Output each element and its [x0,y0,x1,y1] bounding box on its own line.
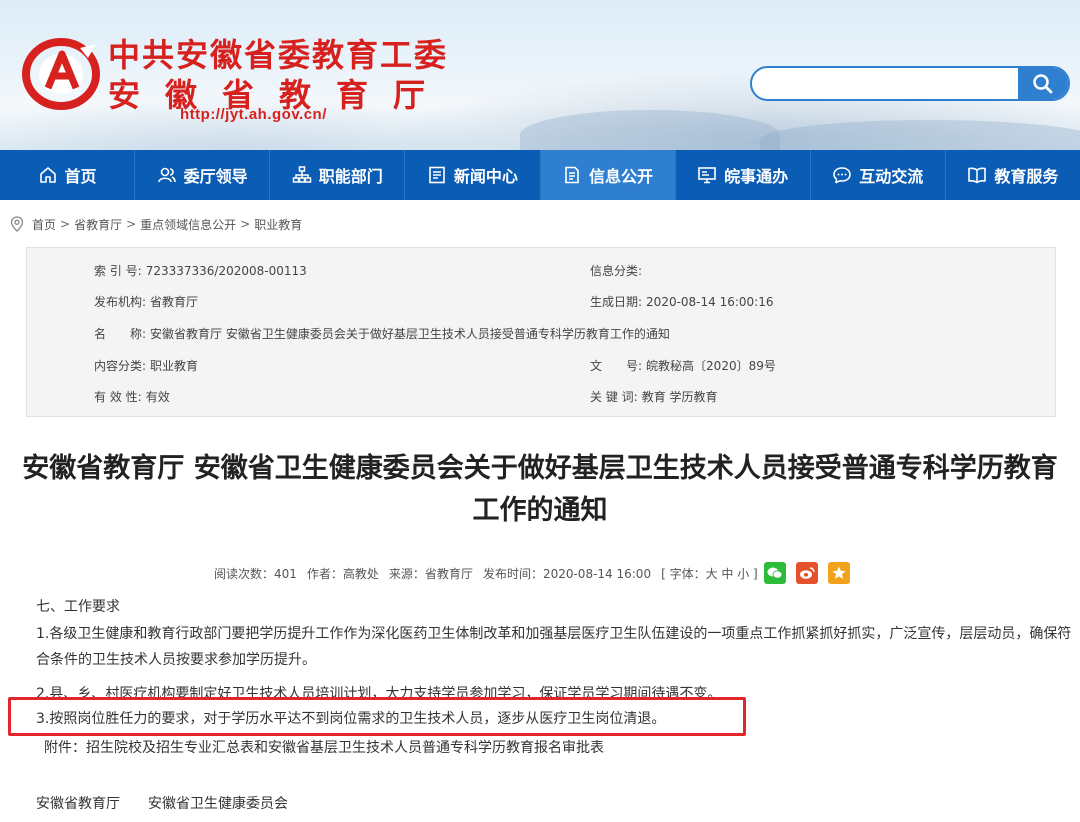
meta-label: 名 称: [94,327,147,341]
search-box [750,66,1070,101]
site-header: 中共安徽省委教育工委 安徽省教育厅 http://jyt.ah.gov.cn/ [0,0,1080,150]
chat-icon [833,167,852,184]
meta-label: 文 号: [590,359,643,373]
people-icon [157,167,176,183]
nav-item-label: 职能部门 [318,167,383,186]
nav-item-label: 委厅领导 [183,167,248,186]
meta-validity-row: 有 效 性: 有效 [94,388,170,405]
attachment-note: 附件：招生院校及招生专业汇总表和安徽省基层卫生技术人员普通专科学历教育报名审批表 [44,740,604,756]
search-icon [1033,73,1053,93]
search-button[interactable] [1018,68,1068,99]
meta-value: 教育 学历教育 [641,390,718,404]
meta-label: 内容分类: [94,359,147,373]
signatories: 安徽省教育厅 安徽省卫生健康委员会 [36,796,288,812]
meta-value: 2020-08-14 16:00:16 [646,295,774,309]
favorite-star-icon[interactable] [827,562,850,584]
breadcrumb-key-areas[interactable]: 重点领域信息公开 [140,216,236,233]
nav-item-label: 皖事通办 [724,167,789,186]
highlight-annotation-box [8,697,746,736]
meta-publisher-row: 发布机构: 省教育厅 [94,293,198,310]
requirement-item-1: 1.各级卫生健康和教育行政部门要把学历提升工作作为深化医药卫生体制改革和加强基层… [36,626,1072,668]
location-pin-icon [10,216,24,232]
breadcrumb-separator: > [126,217,137,231]
meta-value: 723337336/202008-00113 [145,264,307,278]
nav-item-departments[interactable]: 职能部门 [270,150,406,200]
meta-value: 安徽省教育厅 安徽省卫生健康委员会关于做好基层卫生技术人员接受普通专科学历教育工… [150,327,670,341]
news-icon [429,166,445,184]
meta-label: 索 引 号: [94,264,142,278]
article-info-bar: 阅读次数：401 作者：高教处 来源：省教育厅 发布时间：2020-08-14 … [214,561,860,585]
meta-doc-number-row: 文 号: 皖教秘高〔2020〕89号 [590,357,776,374]
meta-created-row: 生成日期: 2020-08-14 16:00:16 [590,293,774,310]
nav-item-label: 互动交流 [859,167,924,186]
nav-item-label: 信息公开 [589,167,654,186]
wechat-share-icon[interactable] [763,562,786,584]
nav-item-info-disclosure[interactable]: 信息公开 [540,150,676,200]
meta-keywords-row: 关 键 词: 教育 学历教育 [590,388,718,405]
meta-label: 发布机构: [94,295,147,309]
nav-item-leaders[interactable]: 委厅领导 [135,150,271,200]
breadcrumb-separator: > [240,217,251,231]
font-size-control[interactable]: [ 字体：大 中 小 ] [661,565,758,582]
nav-item-services[interactable]: 皖事通办 [676,150,811,200]
home-icon [39,167,56,183]
requirement-item-2: 2.县、乡、村医疗机构要制定好卫生技术人员培训计划，大力支持学员参加学习，保证学… [36,686,722,697]
nav-item-education-services[interactable]: 教育服务 [946,150,1080,200]
site-logo-icon[interactable] [22,36,100,110]
meta-index-row: 索 引 号: 723337336/202008-00113 [94,262,307,279]
weibo-share-icon[interactable] [795,562,818,584]
breadcrumb-home[interactable]: 首页 [32,216,56,233]
article-publish-time: 发布时间：2020-08-14 16:00 [482,566,652,581]
nav-item-home[interactable]: 首页 [0,150,136,200]
meta-value: 有效 [145,390,170,404]
breadcrumb-provincial-dept[interactable]: 省教育厅 [74,216,122,233]
breadcrumb: 首页 > 省教育厅 > 重点领域信息公开 > 职业教育 [10,214,302,234]
meta-label: 信息分类: [590,264,643,278]
nav-item-label: 教育服务 [994,167,1059,186]
meta-label: 生成日期: [590,295,643,309]
meta-label: 关 键 词: [590,390,638,404]
org-chart-icon [292,166,312,183]
meta-category-row: 信息分类: [590,262,646,279]
meta-value: 省教育厅 [150,295,199,309]
meta-value: 皖教秘高〔2020〕89号 [646,359,776,373]
article-author: 作者：高教处 [306,566,379,581]
breadcrumb-vocational-edu[interactable]: 职业教育 [254,216,302,233]
document-icon [565,166,579,184]
meta-name-row: 名 称: 安徽省教育厅 安徽省卫生健康委员会关于做好基层卫生技术人员接受普通专科学… [94,325,670,342]
article-source: 来源：省教育厅 [388,566,473,581]
main-nav: 首页 委厅领导 职能部门 新闻中心 信息公开 皖事通办 互动交流 教育服务 [0,150,1080,200]
meta-content-row: 内容分类: 职业教育 [94,357,198,374]
meta-value: 职业教育 [150,359,199,373]
article-read-count: 阅读次数：401 [214,566,297,581]
meta-label: 有 效 性: [94,390,142,404]
search-input[interactable] [764,72,1014,96]
site-url: http://jyt.ah.gov.cn/ [180,106,327,123]
section-heading: 七、工作要求 [36,599,120,615]
breadcrumb-separator: > [60,217,71,231]
book-icon [968,167,987,184]
nav-item-label: 新闻中心 [453,167,518,186]
monitor-icon [698,167,716,184]
article-title: 安徽省教育厅 安徽省卫生健康委员会关于做好基层卫生技术人员接受普通专科学历教育工… [22,453,1058,526]
nav-item-news[interactable]: 新闻中心 [405,150,541,200]
document-metadata-panel: 索 引 号: 723337336/202008-00113 信息分类: 发布机构:… [26,247,1056,417]
nav-item-interaction[interactable]: 互动交流 [811,150,946,200]
nav-item-label: 首页 [64,167,97,186]
